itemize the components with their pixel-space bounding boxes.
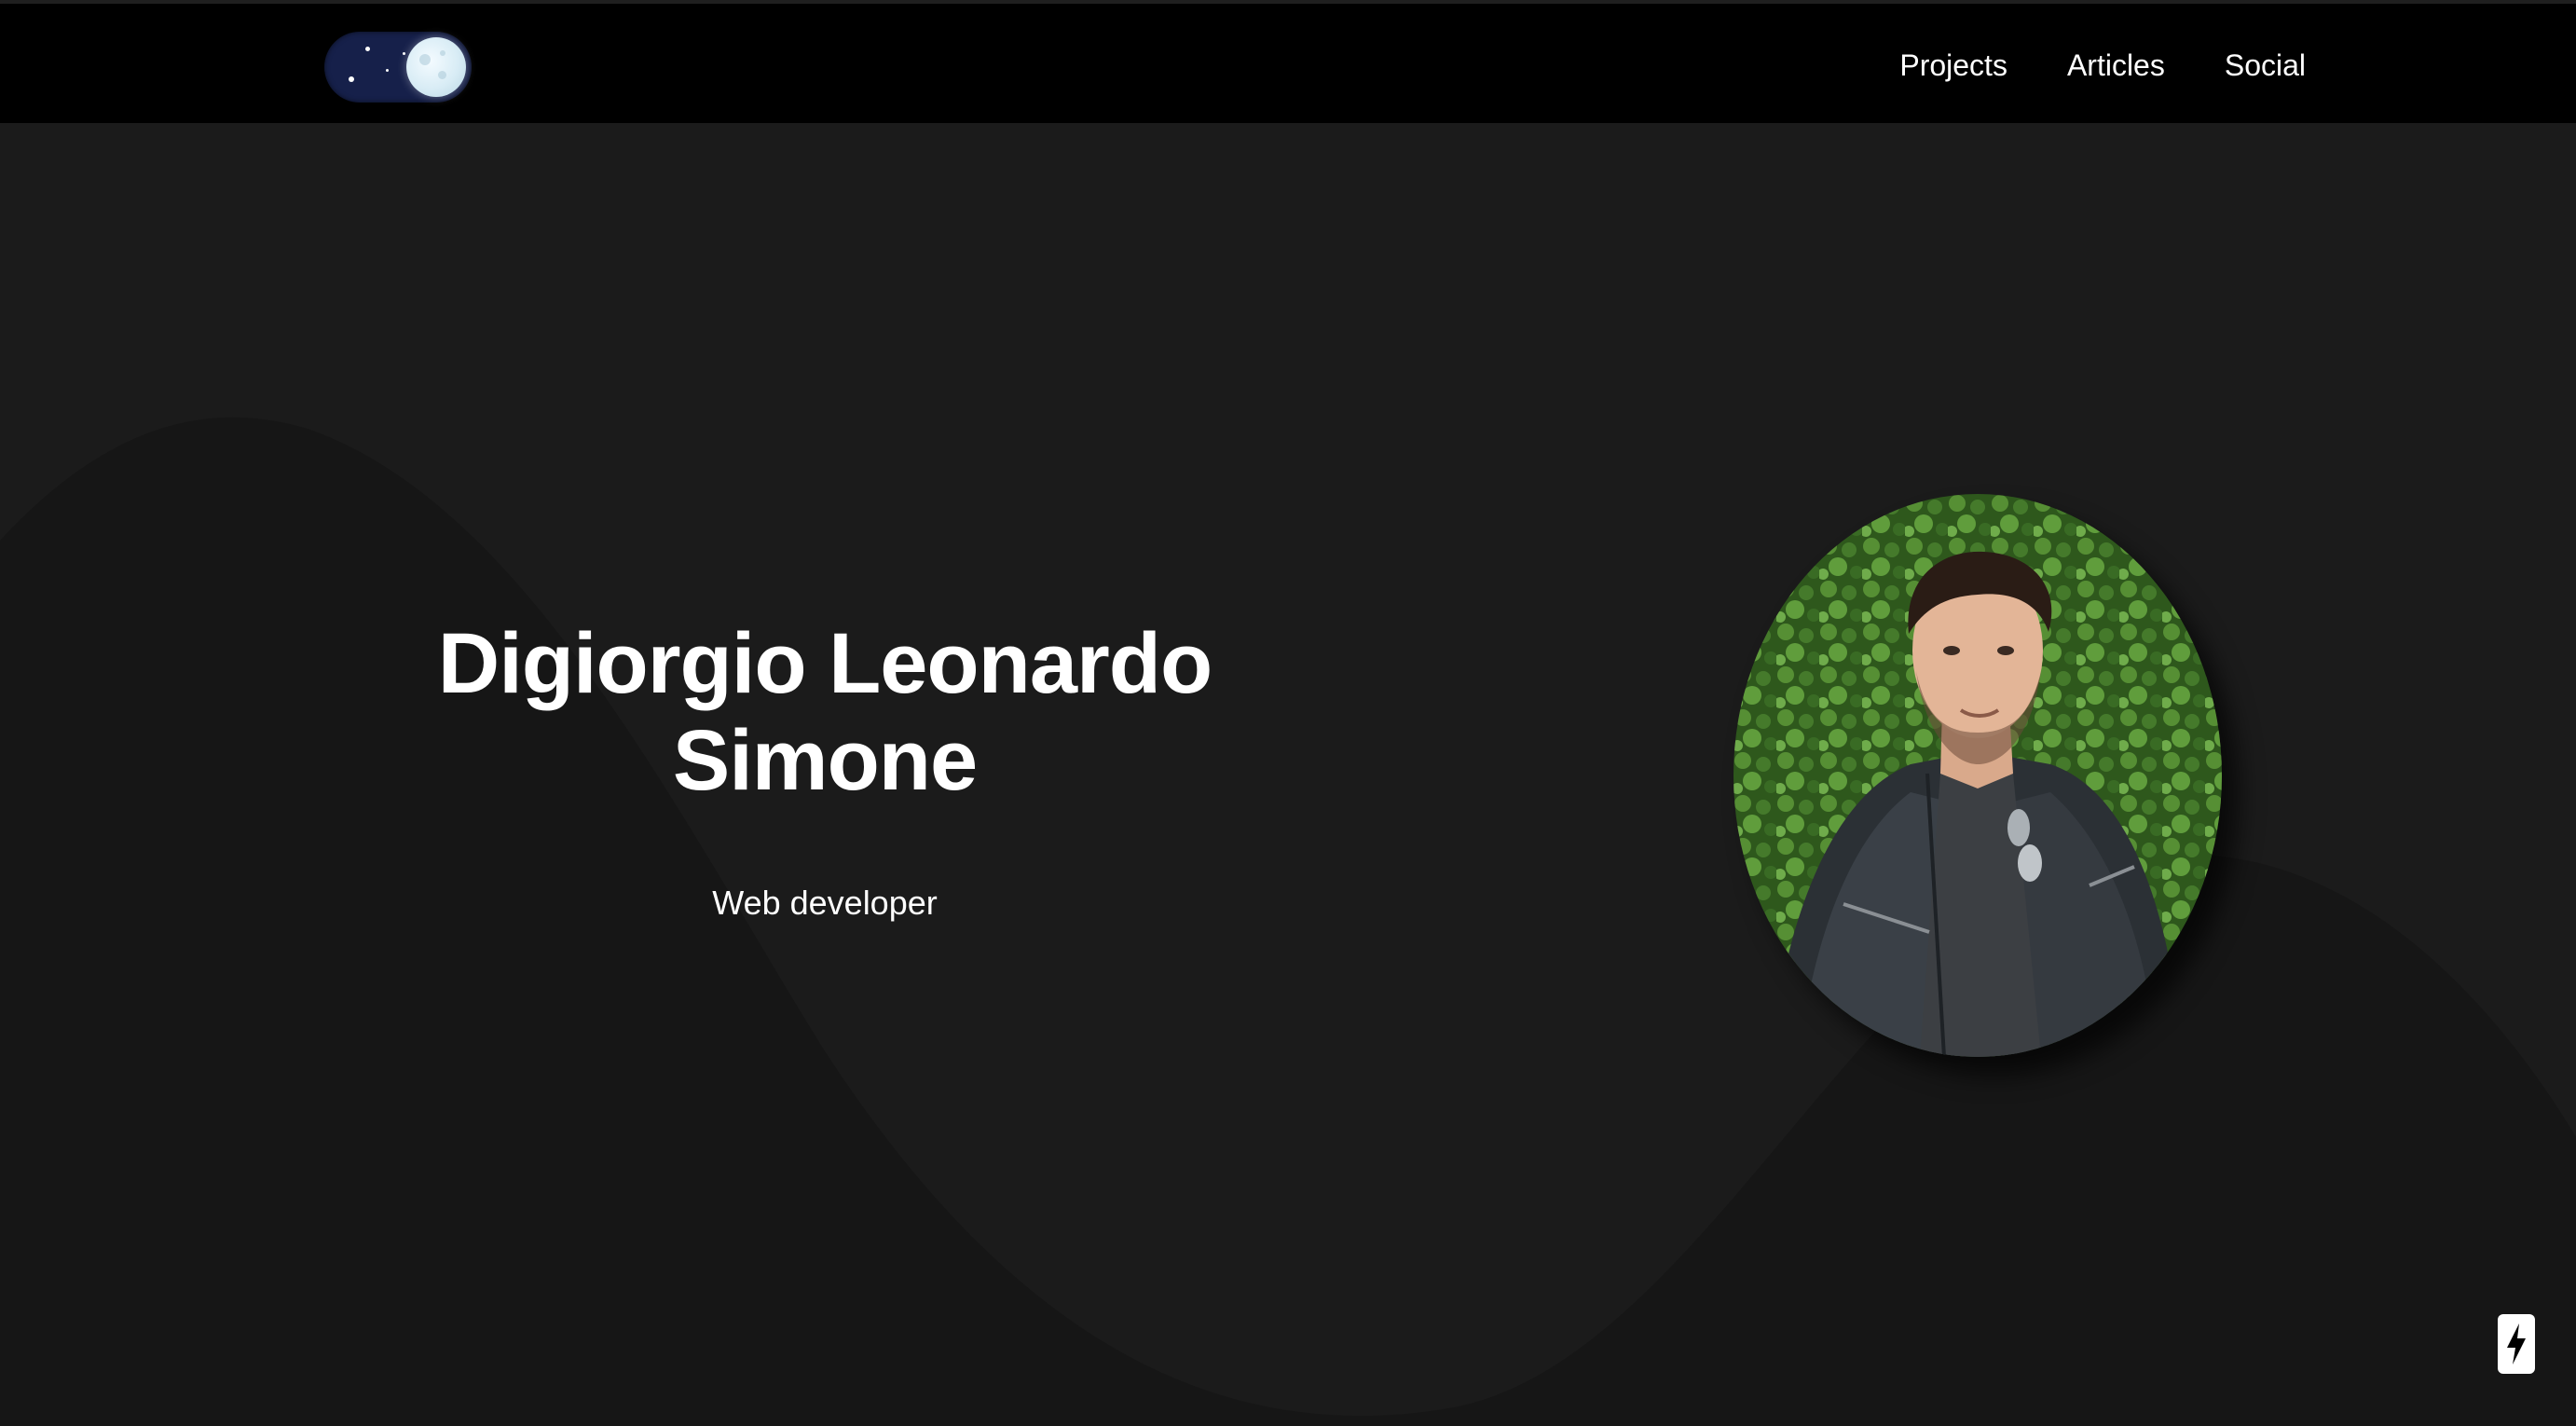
theme-toggle[interactable] <box>324 32 472 103</box>
star-icon <box>349 76 354 82</box>
star-icon <box>403 52 405 55</box>
moon-icon <box>406 37 466 97</box>
lightning-bolt-icon <box>2507 1323 2526 1364</box>
nav-link-projects[interactable]: Projects <box>1899 39 2007 91</box>
lightning-bolt-button[interactable] <box>2498 1314 2535 1374</box>
hero-name-line-1: Digiorgio Leonardo <box>437 616 1213 711</box>
site-header: Projects Articles Social <box>0 0 2576 123</box>
hero-section: Digiorgio Leonardo Simone Web developer <box>373 615 1277 923</box>
main-nav: Projects Articles Social <box>1899 39 2306 91</box>
nav-link-articles[interactable]: Articles <box>2067 39 2165 91</box>
nav-link-social[interactable]: Social <box>2225 39 2306 91</box>
star-icon <box>386 69 389 72</box>
hero-name: Digiorgio Leonardo Simone <box>373 615 1277 809</box>
star-icon <box>365 47 370 51</box>
page: Projects Articles Social Digiorgio Leona… <box>0 0 2576 1426</box>
profile-photo <box>1733 494 2222 1057</box>
hero-name-line-2: Simone <box>672 713 978 808</box>
hero-role: Web developer <box>712 884 938 922</box>
